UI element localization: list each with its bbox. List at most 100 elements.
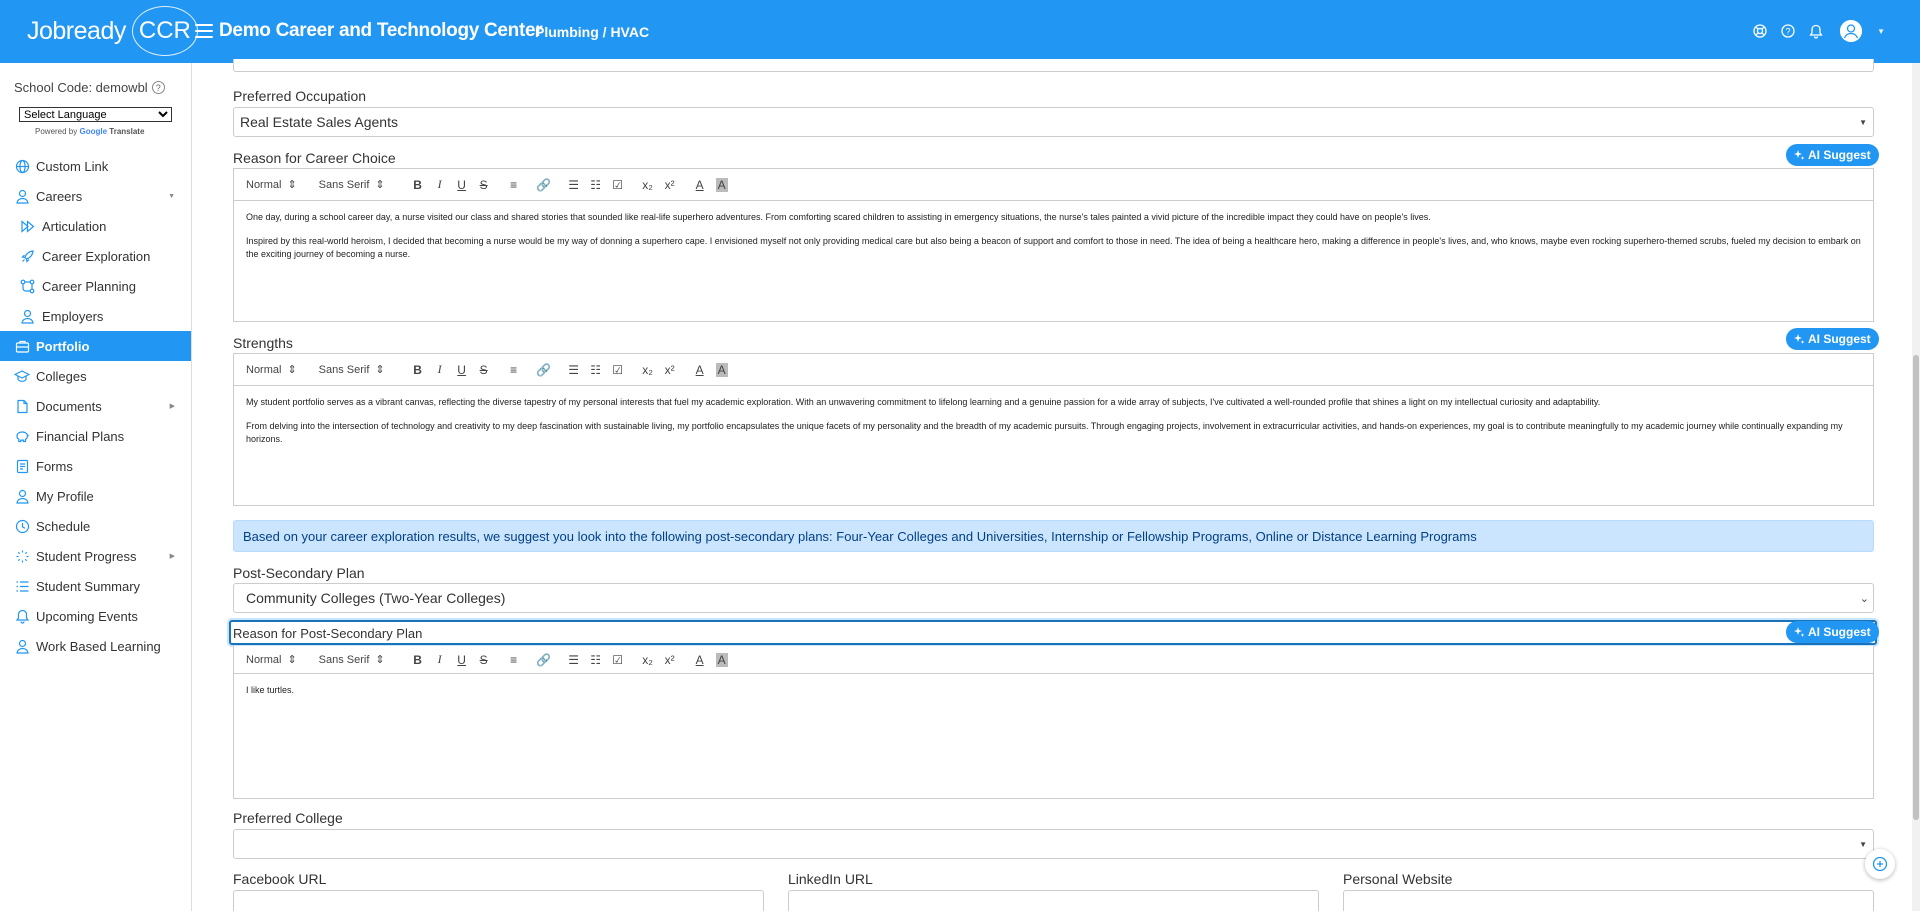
hamburger-menu-icon[interactable] — [195, 24, 213, 38]
portfolio-form: Preferred Occupation Real Estate Sales A… — [193, 59, 1913, 911]
underline-icon[interactable]: U — [451, 176, 473, 194]
sidebar-item-documents[interactable]: Documents ▶ — [0, 391, 191, 421]
text-color-icon[interactable]: A — [689, 176, 711, 194]
text-color-icon[interactable]: A — [689, 651, 711, 669]
personal-website-input[interactable] — [1343, 890, 1874, 911]
ordered-list-icon[interactable]: ☰ — [563, 651, 585, 669]
ai-suggest-post-secondary-button[interactable]: AI Suggest — [1786, 621, 1879, 643]
reason-post-editor[interactable]: Normal ⇕ Sans Serif ⇕ B I U S ≡ 🔗 ☰ ☷ ☑ x₂… — [233, 646, 1874, 799]
reason-post-focus-ring[interactable] — [229, 620, 1877, 645]
align-icon[interactable]: ≡ — [503, 176, 525, 194]
align-icon[interactable]: ≡ — [503, 361, 525, 379]
subscript-icon[interactable]: x₂ — [637, 651, 659, 669]
reason-post-text[interactable]: I like turtles. — [234, 674, 1873, 718]
post-secondary-select[interactable]: Community Colleges (Two-Year Colleges) ⌄ — [233, 583, 1874, 613]
bold-icon[interactable]: B — [407, 176, 429, 194]
accessibility-widget-button[interactable] — [1865, 849, 1895, 879]
sidebar-item-student-summary[interactable]: Student Summary — [0, 571, 191, 601]
font-picker[interactable]: Sans Serif ⇕ — [319, 363, 385, 377]
sidebar-item-articulation[interactable]: Articulation — [0, 211, 191, 241]
bullet-list-icon[interactable]: ☷ — [585, 651, 607, 669]
link-icon[interactable]: 🔗 — [533, 361, 555, 379]
linkedin-url-input[interactable] — [788, 890, 1319, 911]
sidebar-item-custom-link[interactable]: Custom Link — [0, 151, 191, 181]
sidebar-item-portfolio[interactable]: Portfolio — [0, 331, 191, 361]
sidebar-item-employers[interactable]: Employers — [0, 301, 191, 331]
sidebar-item-student-progress[interactable]: Student Progress ▶ — [0, 541, 191, 571]
background-color-icon[interactable]: A — [711, 651, 733, 669]
ordered-list-icon[interactable]: ☰ — [563, 361, 585, 379]
format-picker-value: Normal — [246, 363, 282, 376]
preferred-occupation-select[interactable]: Real Estate Sales Agents ▼ — [233, 107, 1874, 137]
notifications-bell-icon[interactable] — [1808, 23, 1824, 39]
bold-icon[interactable]: B — [407, 361, 429, 379]
bell-icon — [14, 608, 30, 624]
reason-career-text[interactable]: One day, during a school career day, a n… — [234, 201, 1873, 282]
facebook-url-input[interactable] — [233, 890, 764, 911]
italic-icon[interactable]: I — [429, 651, 451, 669]
superscript-icon[interactable]: x² — [659, 361, 681, 379]
superscript-icon[interactable]: x² — [659, 651, 681, 669]
planning-icon — [19, 278, 35, 294]
sidebar-item-forms[interactable]: Forms — [0, 451, 191, 481]
strikethrough-icon[interactable]: S — [473, 651, 495, 669]
link-icon[interactable]: 🔗 — [533, 176, 555, 194]
sidebar-item-colleges[interactable]: Colleges — [0, 361, 191, 391]
sidebar-item-financial-plans[interactable]: Financial Plans — [0, 421, 191, 451]
subscript-icon[interactable]: x₂ — [637, 361, 659, 379]
bullet-list-icon[interactable]: ☷ — [585, 176, 607, 194]
font-picker[interactable]: Sans Serif ⇕ — [319, 653, 385, 667]
background-color-icon[interactable]: A — [711, 361, 733, 379]
checklist-icon[interactable]: ☑ — [607, 176, 629, 194]
superscript-icon[interactable]: x² — [659, 176, 681, 194]
sidebar-item-career-planning[interactable]: Career Planning — [0, 271, 191, 301]
support-icon[interactable] — [1752, 23, 1768, 39]
text-color-icon[interactable]: A — [689, 361, 711, 379]
previous-field-input[interactable] — [233, 59, 1874, 72]
format-picker[interactable]: Normal ⇕ — [246, 363, 297, 377]
jobready-logo[interactable]: Jobready CCR — [27, 5, 198, 57]
language-select[interactable]: Select Language — [19, 107, 172, 122]
page-scrollbar[interactable] — [1912, 63, 1920, 911]
link-icon[interactable]: 🔗 — [533, 651, 555, 669]
bold-icon[interactable]: B — [407, 651, 429, 669]
ai-suggest-strengths-button[interactable]: AI Suggest — [1786, 328, 1879, 350]
strikethrough-icon[interactable]: S — [473, 176, 495, 194]
underline-icon[interactable]: U — [451, 651, 473, 669]
reason-career-editor[interactable]: Normal ⇕ Sans Serif ⇕ B I U S ≡ 🔗 ☰ ☷ ☑ x₂… — [233, 168, 1874, 322]
strengths-paragraph: From delving into the intersection of te… — [246, 421, 1843, 444]
checklist-icon[interactable]: ☑ — [607, 361, 629, 379]
preferred-college-select[interactable]: ▼ — [233, 829, 1874, 859]
sidebar-item-schedule[interactable]: Schedule — [0, 511, 191, 541]
underline-icon[interactable]: U — [451, 361, 473, 379]
strengths-editor[interactable]: Normal ⇕ Sans Serif ⇕ B I U S ≡ 🔗 ☰ ☷ ☑ x₂… — [233, 353, 1874, 506]
italic-icon[interactable]: I — [429, 361, 451, 379]
picker-arrows-icon: ⇕ — [375, 364, 385, 376]
ordered-list-icon[interactable]: ☰ — [563, 176, 585, 194]
checklist-icon[interactable]: ☑ — [607, 651, 629, 669]
font-picker[interactable]: Sans Serif ⇕ — [319, 178, 385, 192]
sidebar-item-careers[interactable]: Careers ▼ — [0, 181, 191, 211]
bullet-list-icon[interactable]: ☷ — [585, 361, 607, 379]
sidebar-item-upcoming-events[interactable]: Upcoming Events — [0, 601, 191, 631]
sidebar-item-career-exploration[interactable]: Career Exploration — [0, 241, 191, 271]
strengths-text[interactable]: My student portfolio serves as a vibrant… — [234, 386, 1873, 467]
background-color-icon[interactable]: A — [711, 176, 733, 194]
help-icon[interactable]: ? — [1780, 23, 1796, 39]
strikethrough-icon[interactable]: S — [473, 361, 495, 379]
user-menu-chevron-down-icon[interactable]: ▼ — [1877, 27, 1885, 36]
school-code-text: School Code: demowbl — [14, 80, 148, 95]
subscript-icon[interactable]: x₂ — [637, 176, 659, 194]
format-picker[interactable]: Normal ⇕ — [246, 653, 297, 667]
ai-suggest-career-button[interactable]: AI Suggest — [1786, 144, 1879, 166]
format-picker[interactable]: Normal ⇕ — [246, 178, 297, 192]
italic-icon[interactable]: I — [429, 176, 451, 194]
user-avatar[interactable] — [1840, 20, 1863, 42]
scrollbar-thumb[interactable] — [1913, 355, 1919, 820]
school-code-help-icon[interactable]: ? — [151, 81, 165, 94]
sidebar-item-work-based-learning[interactable]: Work Based Learning — [0, 631, 191, 661]
sidebar-item-my-profile[interactable]: My Profile — [0, 481, 191, 511]
align-icon[interactable]: ≡ — [503, 651, 525, 669]
preferred-college-label: Preferred College — [233, 810, 343, 826]
translate-link[interactable]: Translate — [109, 127, 144, 136]
